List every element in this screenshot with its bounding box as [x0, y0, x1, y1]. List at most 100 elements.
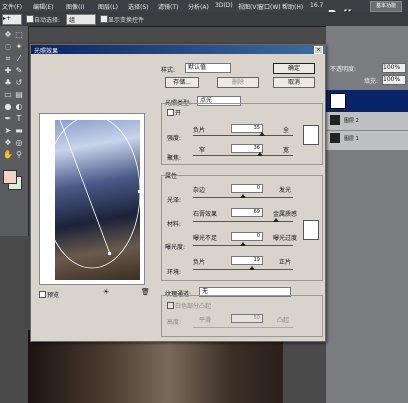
save-button[interactable]: 存储...	[165, 77, 199, 88]
foreground-color-swatch[interactable]	[3, 170, 17, 184]
intensity-slider-track[interactable]	[193, 135, 293, 136]
bulb-icon[interactable]: ☀	[103, 288, 109, 296]
menu-layer[interactable]: 图层(L)	[98, 2, 118, 11]
layer-row[interactable]: 图层 1	[326, 130, 408, 148]
gloss-label: 光泽:	[167, 197, 182, 204]
fill-label: 填充:	[364, 78, 379, 85]
light-ellipse[interactable]	[40, 114, 144, 284]
options-bar: ▸+ 自动选择: 组 显示变换控件	[0, 12, 408, 27]
material-slider-knob[interactable]	[273, 218, 279, 222]
right-panel: 不透明度: 100% 填充: 100%	[326, 26, 408, 403]
blur-tool-icon[interactable]: ●	[3, 102, 13, 111]
gloss-input[interactable]: 0	[231, 184, 263, 193]
trash-icon[interactable]: 🗑	[141, 288, 150, 296]
material-input[interactable]: 69	[231, 208, 263, 217]
style-dropdown[interactable]: 默认值	[185, 63, 231, 73]
marquee-tool-icon[interactable]: ⬚	[14, 30, 24, 39]
menu-filter[interactable]: 滤镜(T)	[158, 2, 178, 11]
hand-tool-icon[interactable]: ✋	[3, 150, 13, 159]
type-tool-icon[interactable]: T	[14, 114, 24, 123]
lighting-effects-dialog: 光照效果 × 预览 ☀ 🗑 样式: 默认值 存储... 删除 确定 取消 光照类…	[30, 44, 326, 342]
layer-thumbnail	[330, 133, 340, 143]
crop-tool-icon[interactable]: ⌗	[3, 54, 13, 63]
white-high-label: 白色部分凸起	[175, 303, 212, 310]
gradient-tool-icon[interactable]: ▤	[14, 90, 24, 99]
height-label: 高度:	[167, 319, 182, 326]
intensity-right-label: 全	[283, 127, 290, 134]
lasso-tool-icon[interactable]: ◌	[3, 42, 13, 51]
3d-rotate-icon[interactable]: ❖	[3, 138, 13, 147]
move-tool-icon[interactable]: ✥	[3, 30, 13, 39]
cancel-button[interactable]: 取消	[273, 77, 315, 88]
material-left-label: 石膏效果	[193, 211, 218, 218]
light-on-checkbox[interactable]	[167, 109, 174, 116]
brush-tool-icon[interactable]: ✎	[14, 66, 24, 75]
menu-window[interactable]: 窗口(W)	[258, 2, 281, 11]
exposure-label: 曝光度:	[165, 244, 186, 251]
path-select-icon[interactable]: ➤	[3, 126, 13, 135]
ok-button[interactable]: 确定	[273, 63, 315, 74]
preview-area[interactable]	[39, 113, 145, 285]
intensity-slider-knob[interactable]	[259, 132, 265, 136]
gloss-left-label: 杂边	[193, 187, 206, 194]
eraser-tool-icon[interactable]: ▭	[3, 90, 13, 99]
menu-image[interactable]: 图像(I)	[66, 2, 84, 11]
focus-label: 聚焦:	[167, 155, 182, 162]
menu-view[interactable]: 视图(V)	[238, 2, 259, 11]
dodge-tool-icon[interactable]: ◐	[14, 102, 24, 111]
delete-button[interactable]: 删除	[217, 77, 259, 88]
layer-name: 图层 1	[344, 136, 359, 142]
focus-left-label: 窄	[199, 147, 206, 154]
light-color-swatch[interactable]	[303, 125, 319, 145]
height-right-label: 凸起	[277, 317, 290, 324]
auto-select-dropdown[interactable]: 组	[66, 14, 96, 25]
white-high-checkbox[interactable]	[167, 302, 174, 309]
auto-select-checkbox[interactable]	[26, 15, 34, 23]
ambience-slider-track[interactable]	[193, 269, 293, 270]
material-right-label: 金属质感	[273, 211, 298, 218]
preview-checkbox[interactable]	[39, 291, 46, 298]
menu-select[interactable]: 选择(S)	[128, 2, 149, 11]
layer-name: 图层 2	[344, 118, 359, 124]
focus-slider-track[interactable]	[193, 155, 293, 156]
eyedropper-icon[interactable]: ⁄	[14, 54, 24, 63]
fill-input[interactable]: 100%	[382, 75, 406, 85]
gloss-slider-knob[interactable]	[240, 194, 246, 198]
zoom-tool-icon[interactable]: ⚲	[14, 150, 24, 159]
menu-3d[interactable]: 3D(D)	[215, 2, 233, 9]
menu-analysis[interactable]: 分析(A)	[188, 2, 209, 11]
3d-camera-icon[interactable]: ◎	[14, 138, 24, 147]
focus-slider-knob[interactable]	[257, 152, 263, 156]
height-left-label: 平滑	[199, 317, 212, 324]
layer-thumbnail	[330, 93, 346, 109]
healing-brush-icon[interactable]: ✚	[3, 66, 13, 75]
ambience-slider-knob[interactable]	[249, 266, 255, 270]
menu-edit[interactable]: 编辑(E)	[33, 2, 53, 11]
exposure-slider-knob[interactable]	[240, 242, 246, 246]
layer-row[interactable]: 图层 2	[326, 112, 408, 131]
light-on-label: 开	[175, 110, 182, 117]
shape-tool-icon[interactable]: ▬	[14, 126, 24, 135]
opacity-input[interactable]: 100%	[382, 63, 406, 73]
ambience-input[interactable]: 19	[231, 256, 263, 265]
height-slider-track[interactable]	[193, 327, 293, 328]
exposure-input[interactable]: 0	[231, 232, 263, 241]
dialog-title: 光照效果	[34, 48, 59, 55]
close-icon[interactable]: ×	[314, 46, 323, 54]
gloss-right-label: 发光	[279, 187, 292, 194]
intensity-left-label: 负片	[193, 127, 206, 134]
auto-select-label: 自动选择:	[34, 17, 61, 24]
layers-panel: 图层 2 图层 1	[326, 90, 408, 150]
history-brush-icon[interactable]: ↺	[14, 78, 24, 87]
preview-label: 预览	[47, 292, 60, 299]
show-transform-checkbox[interactable]	[100, 15, 108, 23]
layer-thumbnail	[330, 115, 340, 125]
toolbox: ✥ ⬚ ◌ ✦ ⌗ ⁄ ✚ ✎ ♣ ↺ ▭ ▤ ● ◐ ✒ T ➤ ▬ ❖ ◎ …	[0, 26, 29, 236]
magic-wand-icon[interactable]: ✦	[14, 42, 24, 51]
menu-file[interactable]: 文件(F)	[2, 2, 22, 11]
pen-tool-icon[interactable]: ✒	[3, 114, 13, 123]
ambient-color-swatch[interactable]	[303, 220, 319, 240]
stamp-tool-icon[interactable]: ♣	[3, 78, 13, 87]
move-tool-preset[interactable]: ▸+	[2, 14, 22, 25]
height-input[interactable]: 50	[231, 314, 263, 323]
